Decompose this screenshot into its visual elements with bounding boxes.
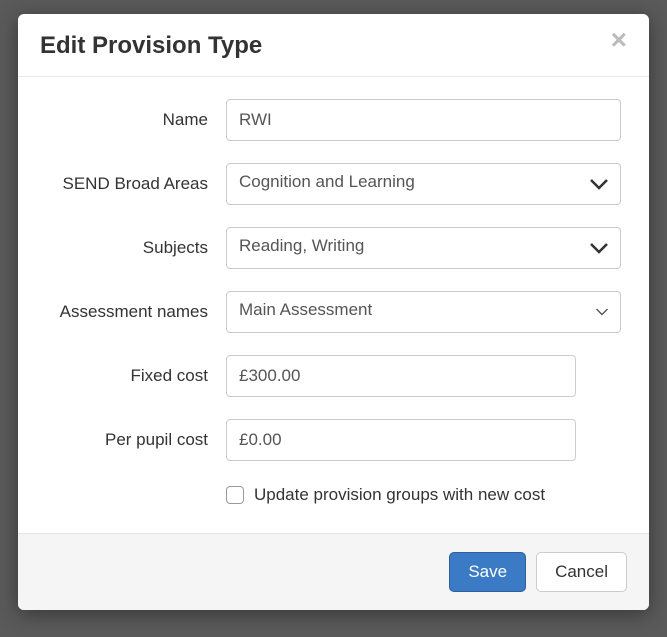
assessment-label: Assessment names — [46, 302, 226, 322]
modal-header: Edit Provision Type × — [18, 14, 649, 77]
cancel-button[interactable]: Cancel — [536, 552, 627, 592]
per-pupil-label: Per pupil cost — [46, 430, 226, 450]
row-assessment: Assessment names Main Assessment — [46, 291, 621, 333]
save-button[interactable]: Save — [449, 552, 526, 592]
update-groups-label: Update provision groups with new cost — [254, 485, 545, 505]
subjects-value: Reading, Writing — [239, 236, 364, 255]
row-name: Name — [46, 99, 621, 141]
subjects-select[interactable]: Reading, Writing — [226, 227, 621, 269]
row-subjects: Subjects Reading, Writing — [46, 227, 621, 269]
edit-provision-modal: Edit Provision Type × Name SEND Broad Ar… — [18, 14, 649, 610]
row-fixed-cost: Fixed cost — [46, 355, 621, 397]
fixed-cost-label: Fixed cost — [46, 366, 226, 386]
modal-footer: Save Cancel — [18, 533, 649, 610]
fixed-cost-input[interactable] — [226, 355, 576, 397]
per-pupil-input[interactable] — [226, 419, 576, 461]
broad-areas-value: Cognition and Learning — [239, 172, 415, 191]
row-per-pupil: Per pupil cost — [46, 419, 621, 461]
broad-areas-select[interactable]: Cognition and Learning — [226, 163, 621, 205]
close-icon[interactable]: × — [611, 32, 627, 49]
name-input[interactable] — [226, 99, 621, 141]
update-groups-checkbox[interactable] — [226, 486, 244, 504]
assessment-value: Main Assessment — [239, 300, 372, 319]
assessment-select[interactable]: Main Assessment — [226, 291, 621, 333]
row-broad-areas: SEND Broad Areas Cognition and Learning — [46, 163, 621, 205]
subjects-label: Subjects — [46, 238, 226, 258]
modal-body: Name SEND Broad Areas Cognition and Lear… — [18, 77, 649, 533]
row-update-groups: Update provision groups with new cost — [226, 483, 621, 505]
modal-title: Edit Provision Type — [40, 32, 262, 60]
broad-areas-label: SEND Broad Areas — [46, 174, 226, 194]
name-label: Name — [46, 110, 226, 130]
